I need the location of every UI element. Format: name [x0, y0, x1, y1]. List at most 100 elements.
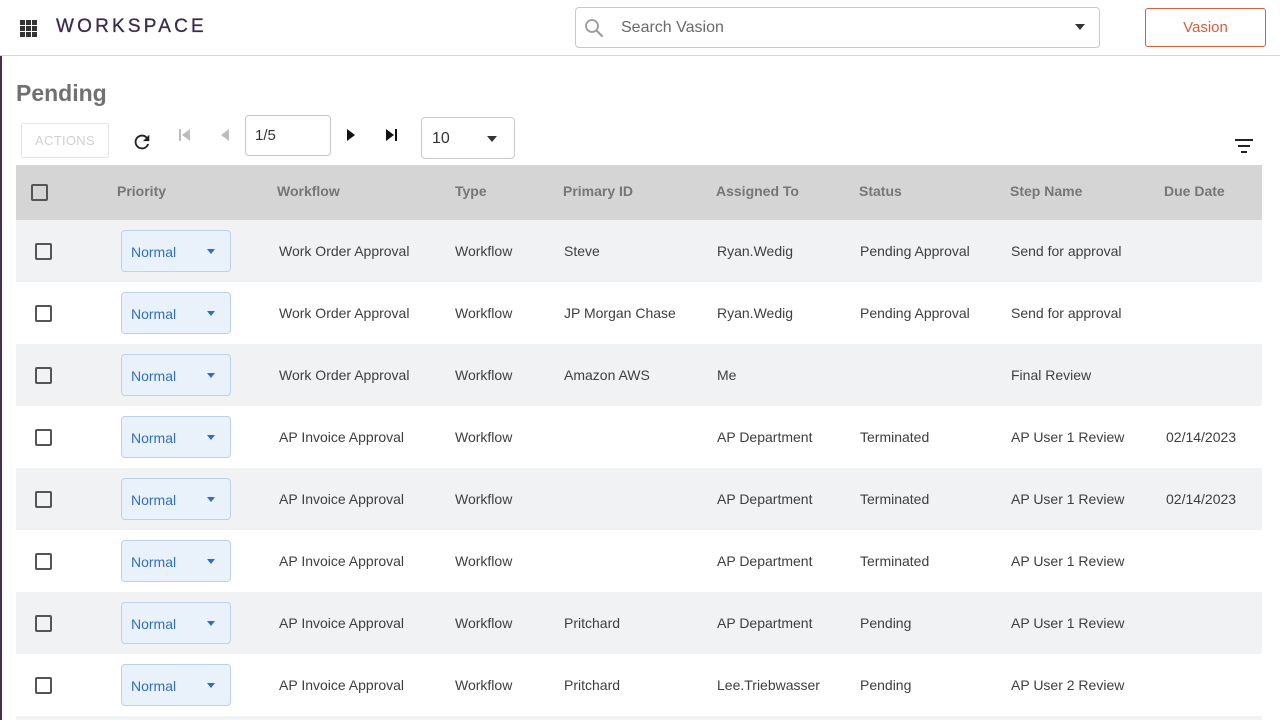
cell-assigned-to: AP Department [717, 553, 813, 569]
chevron-down-icon [207, 683, 215, 688]
table-row[interactable]: Normal Work Order Approval Workflow Amazon … [16, 344, 1262, 406]
row-checkbox[interactable] [35, 677, 52, 694]
cell-step-name: AP User 1 Review [1011, 429, 1125, 445]
grid-header: Priority Workflow Type Primary ID Assign… [16, 165, 1262, 220]
cell-assigned-to: AP Department [717, 615, 813, 631]
priority-select[interactable]: Normal [121, 664, 231, 706]
filter-icon[interactable] [1233, 137, 1255, 155]
cell-assigned-to: AP Department [717, 491, 813, 507]
column-header-step-name[interactable]: Step Name [1010, 183, 1082, 199]
row-checkbox[interactable] [35, 615, 52, 632]
cell-status: Pending Approval [860, 243, 970, 259]
cell-primary-id: Pritchard [564, 677, 621, 693]
cell-status: Terminated [860, 429, 930, 445]
cell-status: Pending [860, 615, 912, 631]
table-row[interactable]: Normal AP Invoice Approval Workflow Pritcha… [16, 592, 1262, 654]
cell-step-name: Final Review [1011, 367, 1092, 383]
table-row [16, 716, 1262, 720]
left-edge-rule [0, 0, 2, 720]
column-header-primary-id[interactable]: Primary ID [563, 183, 633, 199]
priority-select[interactable]: Normal [121, 354, 231, 396]
cell-step-name: Send for approval [1011, 243, 1122, 259]
table-row[interactable]: Normal AP Invoice Approval Workflow Pritcha… [16, 654, 1262, 716]
refresh-icon[interactable] [130, 130, 154, 154]
cell-step-name: AP User 1 Review [1011, 615, 1125, 631]
next-page-icon[interactable] [341, 125, 361, 145]
actions-button[interactable]: ACTIONS [21, 123, 109, 158]
row-checkbox[interactable] [35, 429, 52, 446]
priority-value: Normal [131, 306, 177, 322]
column-header-priority[interactable]: Priority [117, 183, 166, 199]
page-title: Pending [16, 80, 107, 106]
cell-assigned-to: Ryan.Wedig [717, 243, 794, 259]
cell-status: Terminated [860, 553, 930, 569]
cell-type: Workflow [455, 677, 513, 693]
column-header-due-date[interactable]: Due Date [1164, 183, 1225, 199]
priority-value: Normal [131, 554, 177, 570]
cell-workflow: AP Invoice Approval [279, 429, 405, 445]
cell-workflow: AP Invoice Approval [279, 491, 405, 507]
priority-select[interactable]: Normal [121, 416, 231, 458]
column-header-assigned-to[interactable]: Assigned To [716, 183, 799, 199]
priority-value: Normal [131, 616, 177, 632]
apps-grid-icon[interactable] [20, 20, 37, 37]
top-bar: WORKSPACE Vasion [0, 0, 1280, 56]
table-row[interactable]: Normal AP Invoice Approval Workflow AP Depa… [16, 406, 1262, 468]
table-row[interactable]: Normal AP Invoice Approval Workflow AP Depa… [16, 530, 1262, 592]
page-size-select[interactable]: 10 [421, 117, 515, 159]
cell-due-date: 02/14/2023 [1166, 491, 1237, 507]
priority-select[interactable]: Normal [121, 230, 231, 272]
cell-step-name: Send for approval [1011, 305, 1122, 321]
cell-workflow: Work Order Approval [279, 367, 410, 383]
priority-select[interactable]: Normal [121, 540, 231, 582]
cell-primary-id: JP Morgan Chase [564, 305, 676, 321]
row-checkbox[interactable] [35, 491, 52, 508]
vasion-button[interactable]: Vasion [1145, 8, 1266, 47]
search-dropdown-icon[interactable] [1075, 24, 1085, 30]
cell-primary-id: Steve [564, 243, 600, 259]
task-grid: Priority Workflow Type Primary ID Assign… [16, 165, 1262, 720]
cell-workflow: AP Invoice Approval [279, 615, 405, 631]
cell-type: Workflow [455, 243, 513, 259]
chevron-down-icon [207, 497, 215, 502]
cell-type: Workflow [455, 305, 513, 321]
priority-select[interactable]: Normal [121, 602, 231, 644]
priority-select[interactable]: Normal [121, 478, 231, 520]
page-number-input[interactable] [245, 115, 331, 156]
cell-step-name: AP User 1 Review [1011, 553, 1125, 569]
row-checkbox[interactable] [35, 305, 52, 322]
search-box[interactable] [575, 7, 1100, 48]
priority-select[interactable]: Normal [121, 292, 231, 334]
last-page-icon[interactable] [381, 125, 401, 145]
chevron-down-icon [207, 249, 215, 254]
chevron-down-icon [207, 559, 215, 564]
priority-value: Normal [131, 244, 177, 260]
previous-page-icon[interactable] [215, 125, 235, 145]
cell-type: Workflow [455, 553, 513, 569]
page-size-value: 10 [432, 130, 450, 147]
cell-status: Terminated [860, 491, 930, 507]
cell-assigned-to: Ryan.Wedig [717, 305, 794, 321]
cell-status: Pending Approval [860, 305, 970, 321]
select-all-checkbox[interactable] [31, 184, 48, 201]
chevron-down-icon [207, 311, 215, 316]
chevron-down-icon [487, 136, 497, 142]
column-header-status[interactable]: Status [859, 183, 902, 199]
cell-assigned-to: Lee.Triebwasser [717, 677, 820, 693]
first-page-icon[interactable] [175, 125, 195, 145]
table-row[interactable]: Normal Work Order Approval Workflow JP Morg… [16, 282, 1262, 344]
cell-primary-id: Amazon AWS [564, 367, 650, 383]
cell-type: Workflow [455, 491, 513, 507]
chevron-down-icon [207, 621, 215, 626]
table-row[interactable]: Normal AP Invoice Approval Workflow AP Depa… [16, 468, 1262, 530]
table-row[interactable]: Normal Work Order Approval Workflow Steve Ry… [16, 220, 1262, 282]
row-checkbox[interactable] [35, 367, 52, 384]
chevron-down-icon [207, 435, 215, 440]
priority-value: Normal [131, 492, 177, 508]
cell-workflow: AP Invoice Approval [279, 677, 405, 693]
column-header-type[interactable]: Type [455, 183, 487, 199]
row-checkbox[interactable] [35, 243, 52, 260]
column-header-workflow[interactable]: Workflow [277, 183, 340, 199]
row-checkbox[interactable] [35, 553, 52, 570]
search-input[interactable] [621, 8, 1061, 47]
